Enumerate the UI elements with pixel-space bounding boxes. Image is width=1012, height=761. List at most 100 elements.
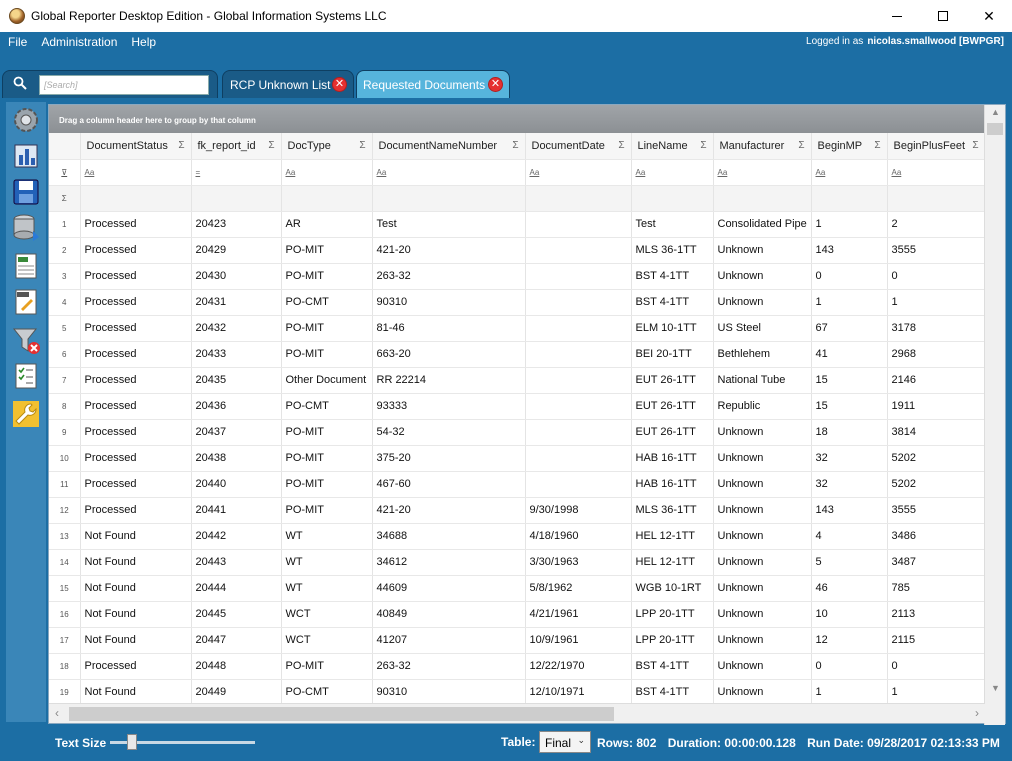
table-cell[interactable]: 34612 (372, 549, 526, 576)
table-cell[interactable]: BST 4-1TT (631, 289, 714, 316)
table-cell[interactable]: 263-32 (372, 263, 526, 290)
table-cell[interactable]: EUT 26-1TT (631, 419, 714, 446)
table-cell[interactable]: Unknown (713, 445, 812, 472)
table-cell[interactable]: 1 (811, 211, 888, 238)
table-cell[interactable]: 2113 (887, 601, 986, 628)
filter-cell[interactable]: Aa (887, 159, 986, 186)
column-header[interactable]: Manufacturer Σ (713, 133, 812, 160)
table-row[interactable]: 14 Not Found 20443 WT 34612 3/30/1963 HEL 12-1… (49, 549, 986, 576)
table-cell[interactable]: MLS 36-1TT (631, 497, 714, 524)
table-cell[interactable]: 0 (887, 263, 986, 290)
table-cell[interactable]: 20438 (191, 445, 282, 472)
table-cell[interactable]: 663-20 (372, 341, 526, 368)
table-row[interactable]: 3 Processed 20430 PO-MIT 263-32 BST 4-1TT Unkn… (49, 263, 986, 290)
column-header[interactable]: LineName Σ (631, 133, 714, 160)
table-cell[interactable]: 2 (887, 211, 986, 238)
table-row[interactable]: 6 Processed 20433 PO-MIT 663-20 BEI 20-1TT Bet… (49, 341, 986, 368)
table-cell[interactable]: Unknown (713, 549, 812, 576)
search-input[interactable]: [Search] (39, 74, 209, 95)
table-cell[interactable]: BST 4-1TT (631, 653, 714, 680)
table-cell[interactable]: 54-32 (372, 419, 526, 446)
report-button[interactable] (10, 140, 42, 172)
maximize-button[interactable] (920, 0, 966, 32)
table-cell[interactable]: 15 (811, 367, 888, 394)
table-cell[interactable]: 15 (811, 393, 888, 420)
table-cell[interactable]: 3178 (887, 315, 986, 342)
table-cell[interactable]: 5202 (887, 471, 986, 498)
table-cell[interactable]: Consolidated Pipe (713, 211, 812, 238)
table-cell[interactable]: LPP 20-1TT (631, 627, 714, 654)
table-cell[interactable]: 20435 (191, 367, 282, 394)
table-cell[interactable]: 20448 (191, 653, 282, 680)
table-cell[interactable]: Not Found (80, 523, 192, 550)
table-cell[interactable]: Not Found (80, 549, 192, 576)
table-cell[interactable]: 67 (811, 315, 888, 342)
table-cell[interactable] (525, 341, 632, 368)
table-row[interactable]: 18 Processed 20448 PO-MIT 263-32 12/22/1970 BS… (49, 653, 986, 680)
table-row[interactable]: 8 Processed 20436 PO-CMT 93333 EUT 26-1TT Repu… (49, 393, 986, 420)
table-cell[interactable]: PO-MIT (281, 497, 373, 524)
table-cell[interactable]: Unknown (713, 419, 812, 446)
table-cell[interactable]: PO-MIT (281, 419, 373, 446)
filter-cell[interactable]: Aa (80, 159, 192, 186)
close-tab-icon[interactable]: ✕ (488, 77, 503, 92)
table-cell[interactable]: ELM 10-1TT (631, 315, 714, 342)
table-cell[interactable]: 12/10/1971 (525, 679, 632, 706)
table-cell[interactable]: WT (281, 549, 373, 576)
table-cell[interactable]: 0 (811, 653, 888, 680)
column-header[interactable]: fk_report_id Σ (191, 133, 282, 160)
close-tab-icon[interactable]: ✕ (332, 77, 347, 92)
sigma-icon[interactable]: Σ (972, 140, 978, 151)
table-cell[interactable]: HEL 12-1TT (631, 549, 714, 576)
table-cell[interactable]: Not Found (80, 575, 192, 602)
table-cell[interactable]: 5202 (887, 445, 986, 472)
table-cell[interactable]: EUT 26-1TT (631, 393, 714, 420)
table-cell[interactable]: EUT 26-1TT (631, 367, 714, 394)
table-cell[interactable]: Test (372, 211, 526, 238)
table-cell[interactable]: 32 (811, 445, 888, 472)
table-cell[interactable]: 10/9/1961 (525, 627, 632, 654)
sigma-icon[interactable]: Σ (874, 140, 880, 151)
save-button[interactable] (10, 176, 42, 208)
table-cell[interactable]: 263-32 (372, 653, 526, 680)
column-header[interactable]: DocumentNameNumber Σ (372, 133, 526, 160)
checklist-button[interactable] (10, 360, 42, 392)
table-cell[interactable]: Unknown (713, 601, 812, 628)
table-cell[interactable]: 0 (811, 263, 888, 290)
table-cell[interactable]: 18 (811, 419, 888, 446)
table-row[interactable]: 12 Processed 20441 PO-MIT 421-20 9/30/1998 MLS… (49, 497, 986, 524)
menu-help[interactable]: Help (123, 35, 162, 49)
vertical-scrollbar[interactable]: ▲ ▼ (984, 105, 1005, 725)
scroll-down-icon[interactable]: ▼ (985, 683, 1006, 699)
table-cell[interactable]: Processed (80, 653, 192, 680)
settings-button[interactable] (10, 104, 42, 136)
sigma-icon[interactable]: Σ (359, 140, 365, 151)
table-cell[interactable]: WT (281, 575, 373, 602)
menu-administration[interactable]: Administration (33, 35, 123, 49)
table-cell[interactable]: AR (281, 211, 373, 238)
table-cell[interactable]: 20436 (191, 393, 282, 420)
scroll-up-icon[interactable]: ▲ (985, 107, 1006, 123)
table-cell[interactable]: 20423 (191, 211, 282, 238)
table-row[interactable]: 19 Not Found 20449 PO-CMT 90310 12/10/1971 BST… (49, 679, 986, 706)
table-cell[interactable]: HEL 12-1TT (631, 523, 714, 550)
table-cell[interactable]: 90310 (372, 289, 526, 316)
filter-cell[interactable]: = (191, 159, 282, 186)
table-cell[interactable]: LPP 20-1TT (631, 601, 714, 628)
table-cell[interactable]: 143 (811, 497, 888, 524)
table-cell[interactable]: 20440 (191, 471, 282, 498)
column-header[interactable]: BeginMP Σ (811, 133, 888, 160)
table-cell[interactable]: Processed (80, 367, 192, 394)
table-cell[interactable]: WCT (281, 601, 373, 628)
table-cell[interactable] (525, 393, 632, 420)
table-cell[interactable]: 41 (811, 341, 888, 368)
table-cell[interactable] (525, 211, 632, 238)
table-row[interactable]: 9 Processed 20437 PO-MIT 54-32 EUT 26-1TT Unkn… (49, 419, 986, 446)
table-cell[interactable]: Processed (80, 315, 192, 342)
text-size-slider-thumb[interactable] (127, 734, 138, 750)
menu-file[interactable]: File (0, 35, 33, 49)
tab-rcp-unknown-list[interactable]: RCP Unknown List ✕ (222, 70, 354, 98)
table-cell[interactable]: 3555 (887, 497, 986, 524)
table-cell[interactable]: 20442 (191, 523, 282, 550)
sigma-icon[interactable]: Σ (700, 140, 706, 151)
